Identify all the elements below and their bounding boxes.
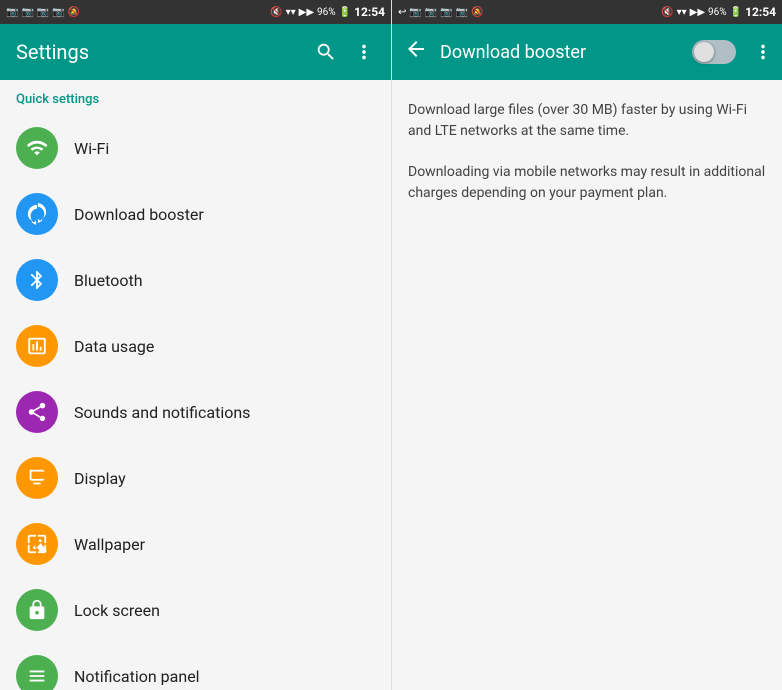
- status-bar-right: ↩ 📷 📷 📷 📷 🔕 🔇 ▾▾ ▶▶ 96% 🔋 12:54: [392, 0, 782, 24]
- notification-icon-r1: 📷: [409, 7, 421, 18]
- lock-screen-label: Lock screen: [74, 601, 160, 620]
- sounds-label: Sounds and notifications: [74, 403, 250, 422]
- notification-icon-r5: 🔕: [471, 7, 483, 18]
- quick-settings-label: Quick settings: [0, 80, 391, 115]
- settings-item-notification-panel[interactable]: Notification panel: [0, 643, 391, 690]
- status-icons-right: 🔇 ▾▾ ▶▶ 96% 🔋 12:54: [270, 5, 385, 19]
- notification-icon-r3: 📷: [440, 7, 452, 18]
- settings-title: Settings: [16, 40, 315, 64]
- wallpaper-icon: [16, 523, 58, 565]
- status-icons-left: 📷 📷 📷 📷 🔕: [6, 7, 80, 18]
- settings-item-wallpaper[interactable]: Wallpaper: [0, 511, 391, 577]
- notification-icon-5: 🔕: [68, 7, 80, 18]
- detail-title: Download booster: [440, 42, 684, 63]
- mute-icon: 🔇: [270, 7, 282, 18]
- settings-list: Wi-Fi Download booster Bluetooth Data us…: [0, 115, 391, 690]
- settings-item-sounds[interactable]: Sounds and notifications: [0, 379, 391, 445]
- display-icon: [16, 457, 58, 499]
- detail-text-2: Downloading via mobile networks may resu…: [408, 162, 766, 204]
- bluetooth-label: Bluetooth: [74, 271, 143, 290]
- download-booster-icon: [16, 193, 58, 235]
- notification-icon-r2: 📷: [425, 7, 437, 18]
- signal-icon: ▶▶: [299, 7, 314, 18]
- status-bar-left: 📷 📷 📷 📷 🔕 🔇 ▾▾ ▶▶ 96% 🔋 12:54: [0, 0, 391, 24]
- notification-icon-r4: 📷: [456, 7, 468, 18]
- settings-item-lock-screen[interactable]: Lock screen: [0, 577, 391, 643]
- wifi-icon: [16, 127, 58, 169]
- detail-text-1: Download large files (over 30 MB) faster…: [408, 100, 766, 142]
- settings-item-download-booster[interactable]: Download booster: [0, 181, 391, 247]
- notification-icon-2: 📷: [21, 7, 33, 18]
- download-booster-toggle[interactable]: [692, 40, 736, 64]
- battery-icon: 🔋: [339, 7, 351, 18]
- detail-more-options-button[interactable]: [752, 41, 774, 63]
- wifi-signal-icon: ▾▾: [286, 7, 296, 18]
- signal-icon-r: ▶▶: [690, 7, 705, 18]
- lock-screen-icon: [16, 589, 58, 631]
- more-options-button[interactable]: [353, 41, 375, 63]
- notification-panel-icon: [16, 655, 58, 690]
- bluetooth-icon: [16, 259, 58, 301]
- settings-item-data-usage[interactable]: Data usage: [0, 313, 391, 379]
- search-button[interactable]: [315, 41, 337, 63]
- battery-percent: 96%: [317, 7, 336, 18]
- notification-icon-1: 📷: [6, 7, 18, 18]
- download-booster-label: Download booster: [74, 205, 204, 224]
- settings-app-bar: Settings: [0, 24, 391, 80]
- mute-icon-r: 🔇: [661, 7, 673, 18]
- data-usage-icon: [16, 325, 58, 367]
- detail-app-bar: Download booster: [392, 24, 782, 80]
- app-bar-actions: [315, 41, 375, 63]
- status-icons-right-right: 🔇 ▾▾ ▶▶ 96% 🔋 12:54: [661, 5, 776, 19]
- back-arrow-status: ↩: [398, 7, 406, 18]
- back-button[interactable]: [400, 33, 432, 71]
- toggle-knob: [694, 42, 714, 62]
- wallpaper-label: Wallpaper: [74, 535, 145, 554]
- notification-icon-3: 📷: [37, 7, 49, 18]
- battery-percent-r: 96%: [708, 7, 727, 18]
- data-usage-label: Data usage: [74, 337, 154, 356]
- battery-icon-r: 🔋: [730, 7, 742, 18]
- settings-panel: 📷 📷 📷 📷 🔕 🔇 ▾▾ ▶▶ 96% 🔋 12:54 Settings: [0, 0, 391, 690]
- status-time-right: 12:54: [745, 5, 776, 19]
- settings-item-bluetooth[interactable]: Bluetooth: [0, 247, 391, 313]
- download-booster-panel: ↩ 📷 📷 📷 📷 🔕 🔇 ▾▾ ▶▶ 96% 🔋 12:54 Download…: [391, 0, 782, 690]
- wifi-signal-icon-r: ▾▾: [677, 7, 687, 18]
- notification-panel-label: Notification panel: [74, 667, 200, 686]
- sounds-icon: [16, 391, 58, 433]
- settings-item-display[interactable]: Display: [0, 445, 391, 511]
- status-time-left: 12:54: [354, 5, 385, 19]
- detail-content: Download large files (over 30 MB) faster…: [392, 80, 782, 690]
- notification-icon-4: 📷: [52, 7, 64, 18]
- display-label: Display: [74, 469, 126, 488]
- settings-item-wifi[interactable]: Wi-Fi: [0, 115, 391, 181]
- wifi-label: Wi-Fi: [74, 139, 109, 158]
- status-icons-right-left: ↩ 📷 📷 📷 📷 🔕: [398, 7, 484, 18]
